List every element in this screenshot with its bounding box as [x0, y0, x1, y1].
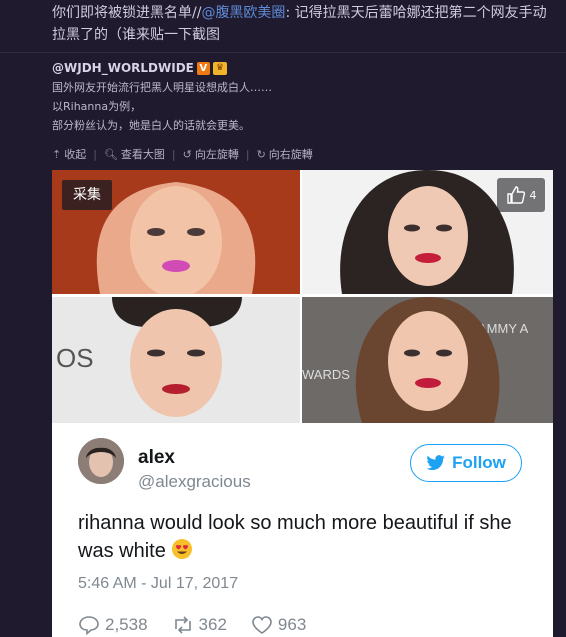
mention-link[interactable]: @腹黑欧美圈	[201, 5, 285, 21]
collect-button[interactable]: 采集	[62, 180, 112, 210]
rotate-right-label: 向右旋轉	[268, 148, 313, 161]
top-comment: 你们即将被锁进黑名单//@腹黑欧美圈: 记得拉黑天后蕾哈娜还把第二个网友手动拉黑…	[52, 2, 552, 46]
twitter-bird-icon	[426, 455, 445, 471]
tweet-author-name: alex	[138, 447, 175, 468]
like-count-tweet: 963	[277, 615, 307, 634]
like-button[interactable]: 4	[497, 178, 545, 212]
tweet-body: rihanna would look so much more beautifu…	[78, 512, 512, 562]
thumbs-up-icon	[506, 186, 525, 204]
like-count: 4	[529, 188, 537, 202]
heart-eyes-emoji-icon	[172, 539, 193, 559]
reply-icon	[79, 616, 99, 635]
divider	[0, 52, 566, 53]
search-icon: 🔍︎	[103, 147, 118, 161]
separator: |	[93, 147, 97, 161]
rotate-right-button[interactable]: ↻ 向右旋轉	[257, 146, 313, 162]
post-image[interactable]: OS AMMY A WARDS 采集 4 alex @alexgracious …	[52, 170, 553, 637]
view-large-button[interactable]: 🔍︎ 查看大图	[104, 146, 165, 162]
collapse-button[interactable]: ⇡ 收起	[52, 146, 86, 162]
portrait-image: AMMY A WARDS	[302, 297, 553, 423]
tweet-stats: 2,538 362 963	[78, 615, 306, 635]
image-actions: ⇡ 收起 | 🔍︎ 查看大图 | ↺ 向左旋轉 | ↻ 向右旋轉	[52, 146, 313, 162]
repost-line: 部分粉丝认为，她是白人的话就会更美。	[52, 119, 250, 132]
collapse-label: 收起	[64, 148, 87, 161]
crown-icon: ♛	[212, 61, 227, 75]
portrait-image: OS	[52, 297, 300, 423]
separator: |	[171, 147, 176, 161]
rotate-left-label: 向左旋轉	[194, 148, 239, 161]
tweet-text: rihanna would look so much more beautifu…	[78, 509, 538, 565]
repost-block: @WJDH_WORLDWIDE V ♛ 国外网友开始流行把黑人明星设想成白人………	[52, 58, 552, 170]
repost-line: 国外网友开始流行把黑人明星设想成白人……	[52, 81, 272, 94]
like-tweet-button[interactable]: 963	[251, 615, 306, 635]
heart-icon	[252, 616, 272, 634]
svg-text:WARDS: WARDS	[302, 367, 350, 382]
tweet-card: alex @alexgracious Follow rihanna would …	[52, 423, 553, 637]
arrow-up-icon: ⇡	[52, 147, 62, 161]
follow-label: Follow	[452, 453, 506, 472]
retweet-icon	[174, 616, 191, 634]
separator: |	[245, 147, 250, 161]
rotate-left-icon: ↺	[182, 147, 192, 161]
retweet-count: 362	[198, 615, 227, 634]
author-name[interactable]: @WJDH_WORLDWIDE	[52, 61, 194, 75]
retweet-button[interactable]: 362	[172, 615, 227, 635]
tweet-author-handle: @alexgracious	[138, 472, 251, 491]
repost-line: 以Rihanna为例，	[52, 100, 142, 113]
reply-count: 2,538	[105, 615, 148, 634]
reply-button[interactable]: 2,538	[78, 615, 148, 635]
follow-button[interactable]: Follow	[410, 444, 522, 482]
tweet-timestamp: 5:46 AM - Jul 17, 2017	[78, 575, 239, 592]
repost-author[interactable]: @WJDH_WORLDWIDE V ♛	[52, 58, 552, 78]
rotate-left-button[interactable]: ↺ 向左旋轉	[183, 146, 239, 162]
avatar	[78, 438, 124, 484]
comment-text: 你们即将被锁进黑名单//	[52, 5, 202, 21]
view-large-label: 查看大图	[120, 148, 165, 161]
svg-text:OS: OS	[56, 343, 94, 373]
rotate-right-icon: ↻	[256, 147, 266, 161]
verified-icon: V	[196, 61, 210, 75]
